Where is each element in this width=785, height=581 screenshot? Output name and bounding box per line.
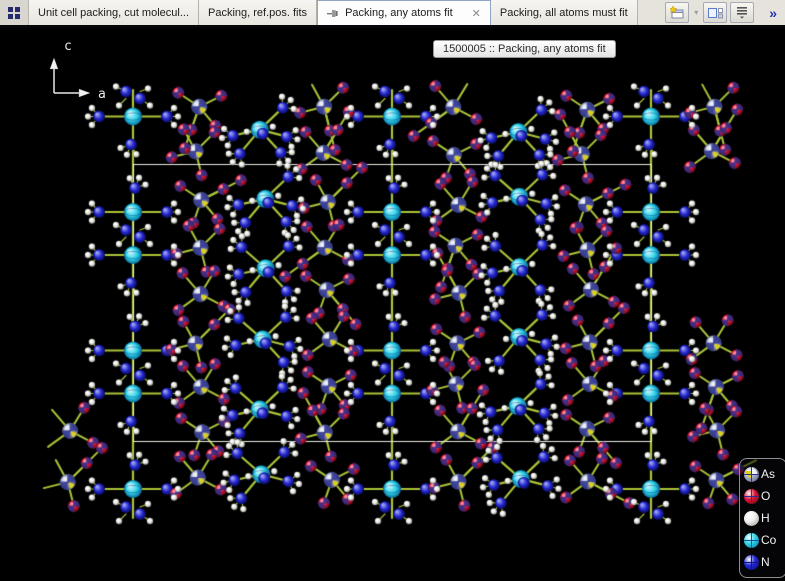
- o-atom-icon: [744, 489, 759, 504]
- axis-a-arrowhead: [79, 89, 90, 97]
- grid-icon: [8, 7, 20, 19]
- legend-item-as[interactable]: As: [744, 463, 785, 485]
- pin-icon: [327, 9, 340, 18]
- tab-label: Packing, any atoms fit: [345, 7, 453, 19]
- session-grid-button[interactable]: [0, 0, 29, 25]
- axis-c-label: c: [64, 39, 72, 54]
- legend-label: N: [761, 555, 770, 569]
- toolbar-actions: ▾ »: [665, 0, 785, 25]
- packing-structure-canvas[interactable]: [0, 28, 785, 581]
- axis-c-arrowhead: [50, 58, 58, 69]
- tab-label: Packing, ref.pos. fits: [208, 7, 307, 19]
- tab-unit-cell-packing-cut-molecul[interactable]: Unit cell packing, cut molecul...: [29, 0, 199, 25]
- stack-list-icon: [736, 6, 748, 19]
- tab-tooltip: 1500005 :: Packing, any atoms fit: [433, 40, 616, 58]
- h-atom-icon: [744, 511, 759, 526]
- close-tab-icon[interactable]: ✕: [472, 7, 481, 20]
- legend-item-n[interactable]: N: [744, 551, 785, 573]
- legend-label: As: [761, 467, 775, 481]
- tab-bar: Unit cell packing, cut molecul... Packing…: [0, 0, 785, 28]
- tab-overflow-button[interactable]: »: [769, 5, 777, 21]
- tile-windows-icon: [708, 7, 723, 19]
- tabs: Unit cell packing, cut molecul... Packing…: [29, 0, 638, 25]
- orientation-axes: c a: [38, 36, 118, 106]
- legend-item-h[interactable]: H: [744, 507, 785, 529]
- new-window-icon: [670, 6, 684, 19]
- new-view-dropdown[interactable]: ▾: [692, 8, 700, 17]
- split-view-button[interactable]: [703, 2, 727, 23]
- tab-label: Packing, all atoms must fit: [500, 7, 628, 19]
- legend-label: Co: [761, 533, 776, 547]
- atom-legend: As OH Co N: [739, 458, 785, 578]
- n-atom-icon: [744, 555, 759, 570]
- legend-label: H: [761, 511, 770, 525]
- application-window: Unit cell packing, cut molecul... Packing…: [0, 0, 785, 581]
- as-atom-icon: [744, 467, 759, 482]
- co-atom-icon: [744, 533, 759, 548]
- tab-packing-ref-pos-fits[interactable]: Packing, ref.pos. fits: [199, 0, 317, 25]
- new-view-button[interactable]: [665, 2, 689, 23]
- tab-packing-any-atoms-fit[interactable]: Packing, any atoms fit ✕: [317, 0, 491, 25]
- tab-label: Unit cell packing, cut molecul...: [38, 7, 189, 19]
- legend-item-co[interactable]: Co: [744, 529, 785, 551]
- legend-item-o[interactable]: O: [744, 485, 785, 507]
- structure-viewport[interactable]: c a 1500005 :: Packing, any atoms fit As…: [0, 28, 785, 581]
- arrange-list-button[interactable]: [730, 2, 754, 23]
- tab-packing-all-atoms-must-fit[interactable]: Packing, all atoms must fit: [491, 0, 638, 25]
- axis-a-label: a: [98, 87, 106, 102]
- legend-label: O: [761, 489, 770, 503]
